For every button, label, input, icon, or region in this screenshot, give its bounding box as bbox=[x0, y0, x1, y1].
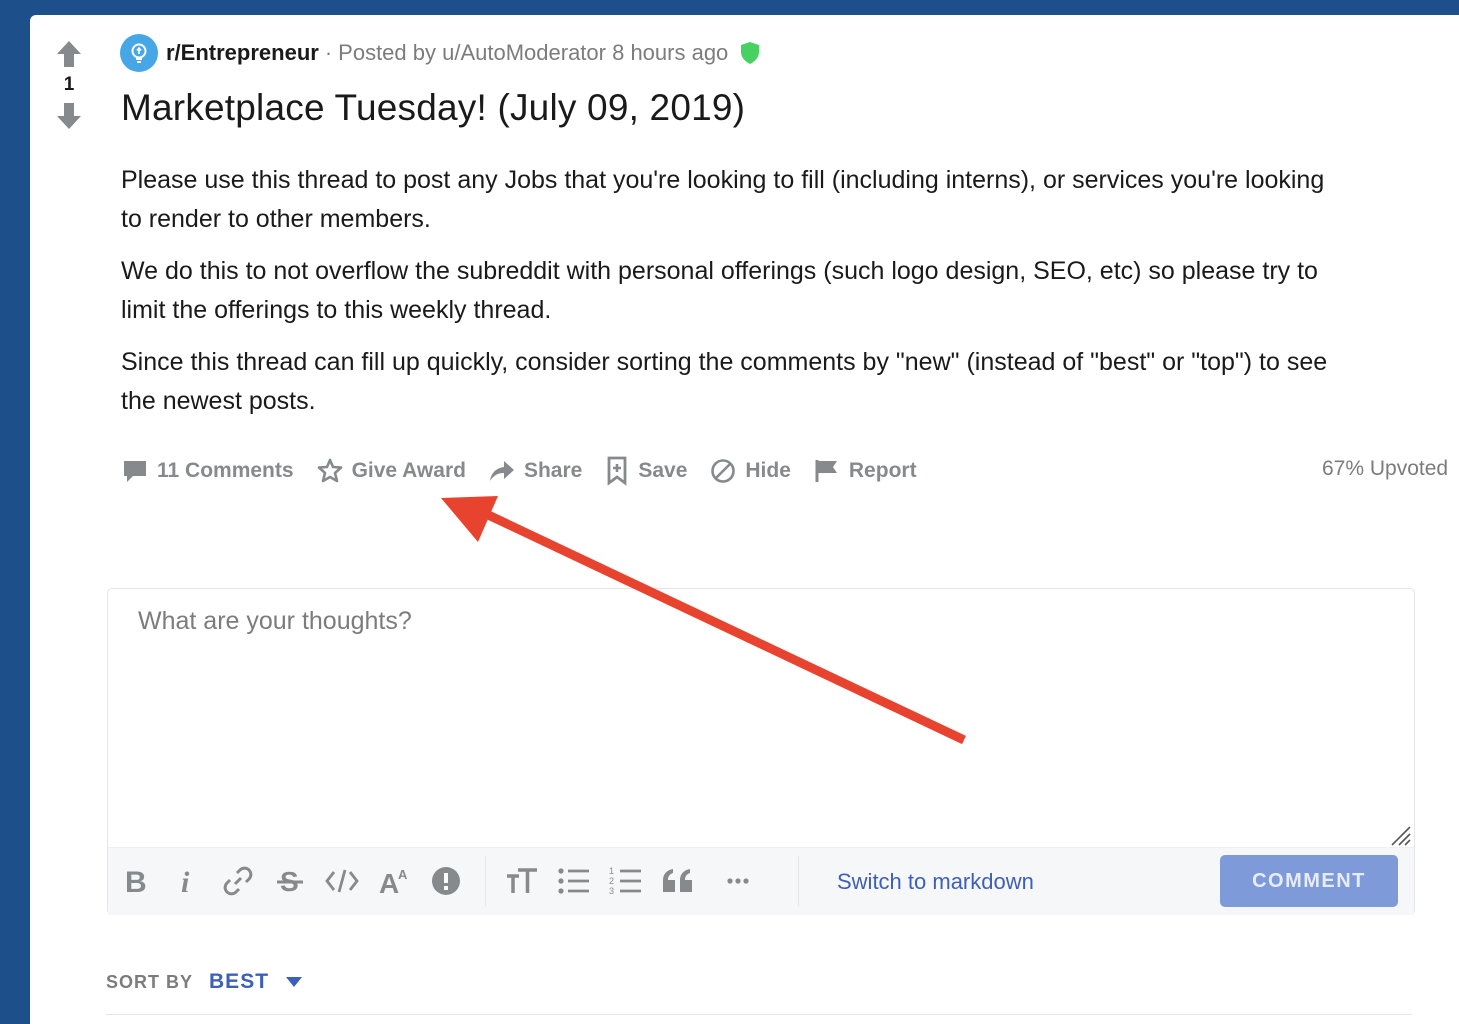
resize-handle-icon[interactable] bbox=[1386, 821, 1412, 847]
svg-text:2: 2 bbox=[609, 876, 614, 886]
italic-button[interactable]: i bbox=[168, 864, 204, 898]
comment-submit-button[interactable]: COMMENT bbox=[1220, 855, 1398, 907]
comment-input[interactable] bbox=[108, 589, 1414, 847]
code-button[interactable] bbox=[324, 864, 360, 898]
meta-separator: · bbox=[324, 40, 333, 65]
subreddit-icon[interactable] bbox=[120, 34, 158, 72]
more-button[interactable] bbox=[722, 864, 758, 898]
bulleted-list-button[interactable] bbox=[556, 864, 592, 898]
svg-text:3: 3 bbox=[609, 886, 614, 896]
bold-button[interactable]: B bbox=[117, 864, 153, 898]
post-paragraph: We do this to not overflow the subreddit… bbox=[121, 257, 1318, 324]
comments-button[interactable]: 11 Comments bbox=[121, 457, 294, 485]
comments-divider bbox=[106, 1014, 1412, 1015]
svg-text:A: A bbox=[398, 867, 408, 882]
post-title: Marketplace Tuesday! (July 09, 2019) bbox=[121, 87, 746, 128]
svg-text:B: B bbox=[125, 866, 147, 896]
vote-column: 1 bbox=[52, 39, 86, 131]
bulleted-list-icon bbox=[558, 868, 589, 894]
editor-toolbar: B i S bbox=[108, 847, 1414, 915]
downvote-icon[interactable] bbox=[55, 101, 83, 131]
give-award-button[interactable]: Give Award bbox=[316, 457, 466, 485]
toolbar-separator bbox=[798, 856, 799, 906]
post-actions: 11 Comments Give Award Share Save Hide R… bbox=[121, 451, 939, 491]
svg-text:A: A bbox=[379, 868, 399, 896]
share-icon bbox=[489, 461, 514, 481]
numbered-list-button[interactable]: 1 2 3 bbox=[608, 864, 644, 898]
caret-down-icon[interactable] bbox=[285, 976, 303, 988]
svg-text:i: i bbox=[181, 866, 190, 896]
post-paragraph: Since this thread can fill up quickly, c… bbox=[121, 348, 1328, 415]
comment-editor: B i S bbox=[107, 588, 1415, 915]
heading-icon bbox=[507, 868, 537, 893]
posted-by[interactable]: Posted by u/AutoModerator 8 hours ago bbox=[338, 40, 728, 66]
italic-icon: i bbox=[181, 866, 190, 896]
sort-value[interactable]: BEST bbox=[209, 970, 269, 994]
code-icon bbox=[325, 869, 359, 893]
moderator-shield-icon bbox=[741, 42, 760, 64]
link-button[interactable] bbox=[220, 864, 256, 898]
spoiler-icon bbox=[432, 867, 460, 895]
sort-control[interactable]: SORT BY BEST bbox=[106, 970, 303, 994]
spoiler-button[interactable] bbox=[428, 864, 464, 898]
hide-icon bbox=[711, 459, 736, 483]
numbered-list-icon: 1 2 3 bbox=[609, 866, 641, 896]
quote-icon bbox=[663, 869, 692, 892]
post-body: Please use this thread to post any Jobs … bbox=[121, 161, 1459, 434]
subreddit-link[interactable]: r/Entrepreneur bbox=[166, 40, 319, 66]
superscript-icon: A A bbox=[379, 867, 408, 896]
vote-score: 1 bbox=[63, 74, 75, 95]
award-icon bbox=[317, 458, 342, 483]
svg-text:1: 1 bbox=[609, 866, 614, 876]
bookmark-icon bbox=[607, 456, 627, 486]
comment-icon bbox=[124, 461, 146, 482]
superscript-button[interactable]: A A bbox=[376, 864, 412, 898]
quote-button[interactable] bbox=[660, 864, 696, 898]
bold-icon: B bbox=[125, 866, 147, 896]
upvote-icon[interactable] bbox=[55, 39, 83, 69]
post-paragraph: Please use this thread to post any Jobs … bbox=[121, 166, 1325, 233]
save-button[interactable]: Save bbox=[604, 456, 687, 486]
toolbar-separator bbox=[485, 856, 486, 906]
share-button[interactable]: Share bbox=[488, 457, 582, 485]
flag-icon bbox=[815, 460, 837, 482]
lightbulb-icon bbox=[131, 43, 147, 63]
switch-to-markdown-link[interactable]: Switch to markdown bbox=[837, 869, 1034, 895]
more-icon bbox=[727, 878, 749, 884]
post-meta: r/Entrepreneur · Posted by u/AutoModerat… bbox=[120, 33, 760, 73]
hide-button[interactable]: Hide bbox=[709, 457, 791, 485]
link-icon bbox=[223, 866, 253, 896]
upvote-ratio: 67% Upvoted bbox=[1322, 457, 1449, 480]
heading-button[interactable] bbox=[504, 864, 540, 898]
report-button[interactable]: Report bbox=[813, 457, 917, 485]
strikethrough-icon: S bbox=[277, 866, 303, 896]
post-card: 1 r/Entrepreneur · Posted by u/AutoModer… bbox=[30, 15, 1459, 1024]
strikethrough-button[interactable]: S bbox=[272, 864, 308, 898]
sort-label: SORT BY bbox=[106, 971, 194, 992]
